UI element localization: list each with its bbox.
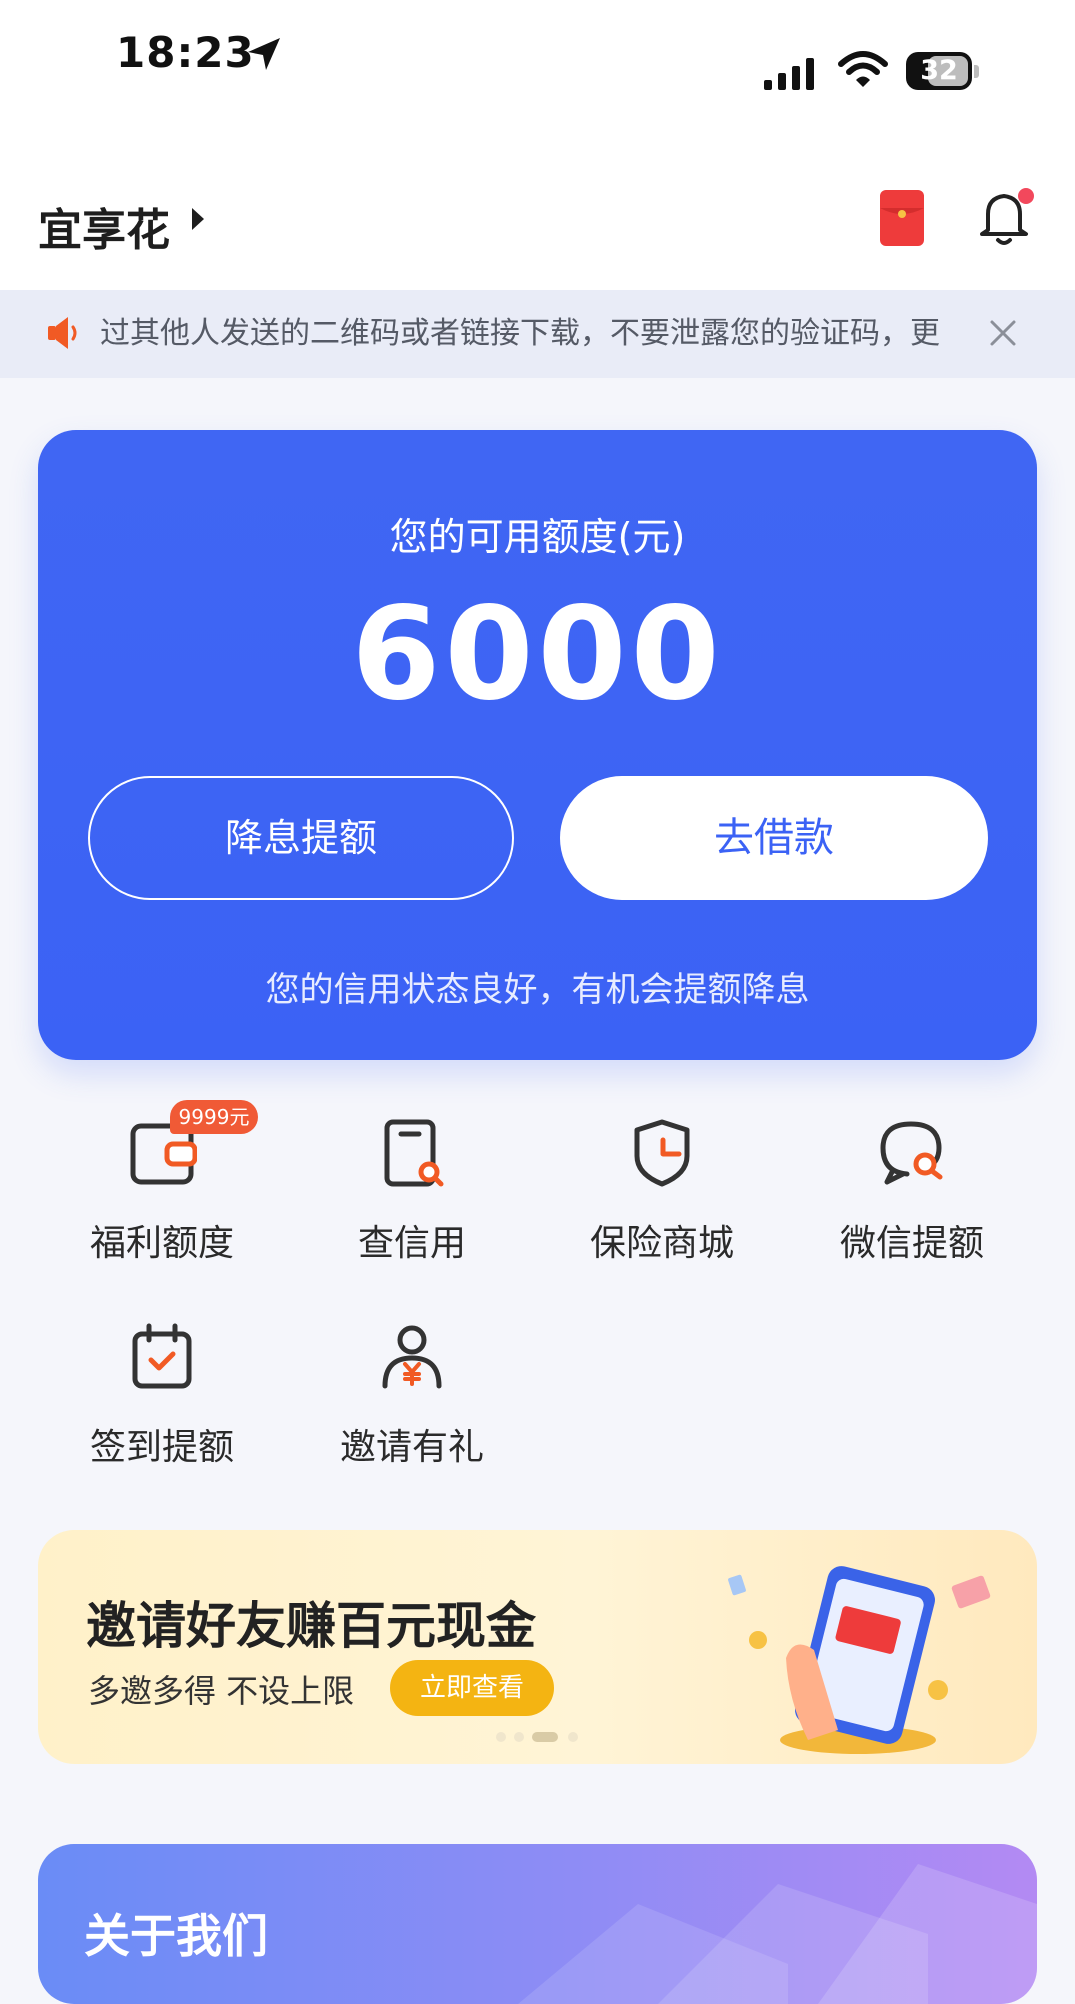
service-insurance-mall[interactable]: 保险商城 [537, 1118, 787, 1298]
borrow-button[interactable]: 去借款 [560, 776, 988, 900]
service-check-credit[interactable]: 查信用 [287, 1118, 537, 1298]
speaker-icon [48, 317, 77, 349]
service-checkin-limit[interactable]: 签到提额 [37, 1322, 287, 1502]
cellular-signal-icon [764, 58, 814, 90]
credit-status-tip: 您的信用状态良好，有机会提额降息 [265, 970, 810, 1010]
welfare-badge: 9999元 [170, 1100, 258, 1134]
app-header: 宜享花 [0, 110, 1075, 290]
chat-search-icon [880, 1121, 943, 1185]
carousel-dot-active[interactable] [532, 1732, 558, 1742]
service-label: 查信用 [357, 1223, 466, 1264]
location-arrow-icon [248, 38, 280, 70]
caret-right-icon[interactable] [190, 206, 206, 232]
status-time: 18:23 [116, 28, 255, 77]
banner-title: 邀请好友赚百元现金 [86, 1597, 536, 1655]
carousel-dot[interactable] [496, 1732, 506, 1742]
wifi-icon [838, 51, 888, 87]
notice-bar[interactable]: 过其他人发送的二维码或者链接下载，不要泄露您的验证码，更 [0, 290, 1075, 378]
service-label: 微信提额 [839, 1223, 984, 1264]
carousel-dot[interactable] [568, 1732, 578, 1742]
service-wechat-limit[interactable]: 微信提额 [787, 1118, 1037, 1298]
battery-percent: 32 [920, 55, 958, 86]
service-label: 签到提额 [89, 1427, 234, 1468]
carousel-dot[interactable] [514, 1732, 524, 1742]
phone-hand-illustration [728, 1566, 991, 1754]
abstract-shapes-illustration [518, 1864, 1037, 2004]
about-us-card[interactable]: 关于我们 [38, 1844, 1037, 2004]
credit-search-icon [384, 1119, 444, 1187]
close-icon[interactable] [988, 318, 1018, 348]
red-packet-icon[interactable] [880, 190, 924, 246]
service-label: 福利额度 [89, 1223, 234, 1264]
notification-dot [1018, 188, 1034, 204]
service-label: 保险商城 [589, 1223, 734, 1264]
invite-banner[interactable]: 邀请好友赚百元现金 多邀多得 不设上限 立即查看 [38, 1530, 1037, 1764]
status-bar: 18:23 32 [0, 0, 1075, 110]
banner-subtitle: 多邀多得 不设上限 [88, 1672, 355, 1710]
battery-icon: 32 [906, 52, 979, 92]
service-invite-gift[interactable]: 邀请有礼 [287, 1322, 537, 1502]
calendar-check-icon [132, 1323, 192, 1389]
battery-cap [974, 65, 979, 78]
notice-text: 过其他人发送的二维码或者链接下载，不要泄露您的验证码，更 [100, 316, 940, 351]
service-label: 邀请有礼 [339, 1427, 484, 1468]
about-us-title: 关于我们 [84, 1909, 268, 1963]
carousel-indicator [496, 1730, 586, 1742]
bell-icon[interactable] [978, 186, 1034, 248]
credit-limit-card: 您的可用额度(元) 6000 降息提额 去借款 您的信用状态良好，有机会提额降息 [38, 430, 1037, 1060]
shield-icon [634, 1119, 690, 1187]
credit-limit-label: 您的可用额度(元) [389, 515, 686, 559]
credit-limit-amount: 6000 [351, 580, 724, 729]
page-title[interactable]: 宜享花 [38, 194, 170, 258]
service-welfare-limit[interactable]: 福利额度 [37, 1118, 287, 1298]
reduce-interest-button[interactable]: 降息提额 [88, 776, 514, 900]
user-yuan-icon [382, 1325, 442, 1389]
view-now-button[interactable]: 立即查看 [390, 1660, 554, 1716]
